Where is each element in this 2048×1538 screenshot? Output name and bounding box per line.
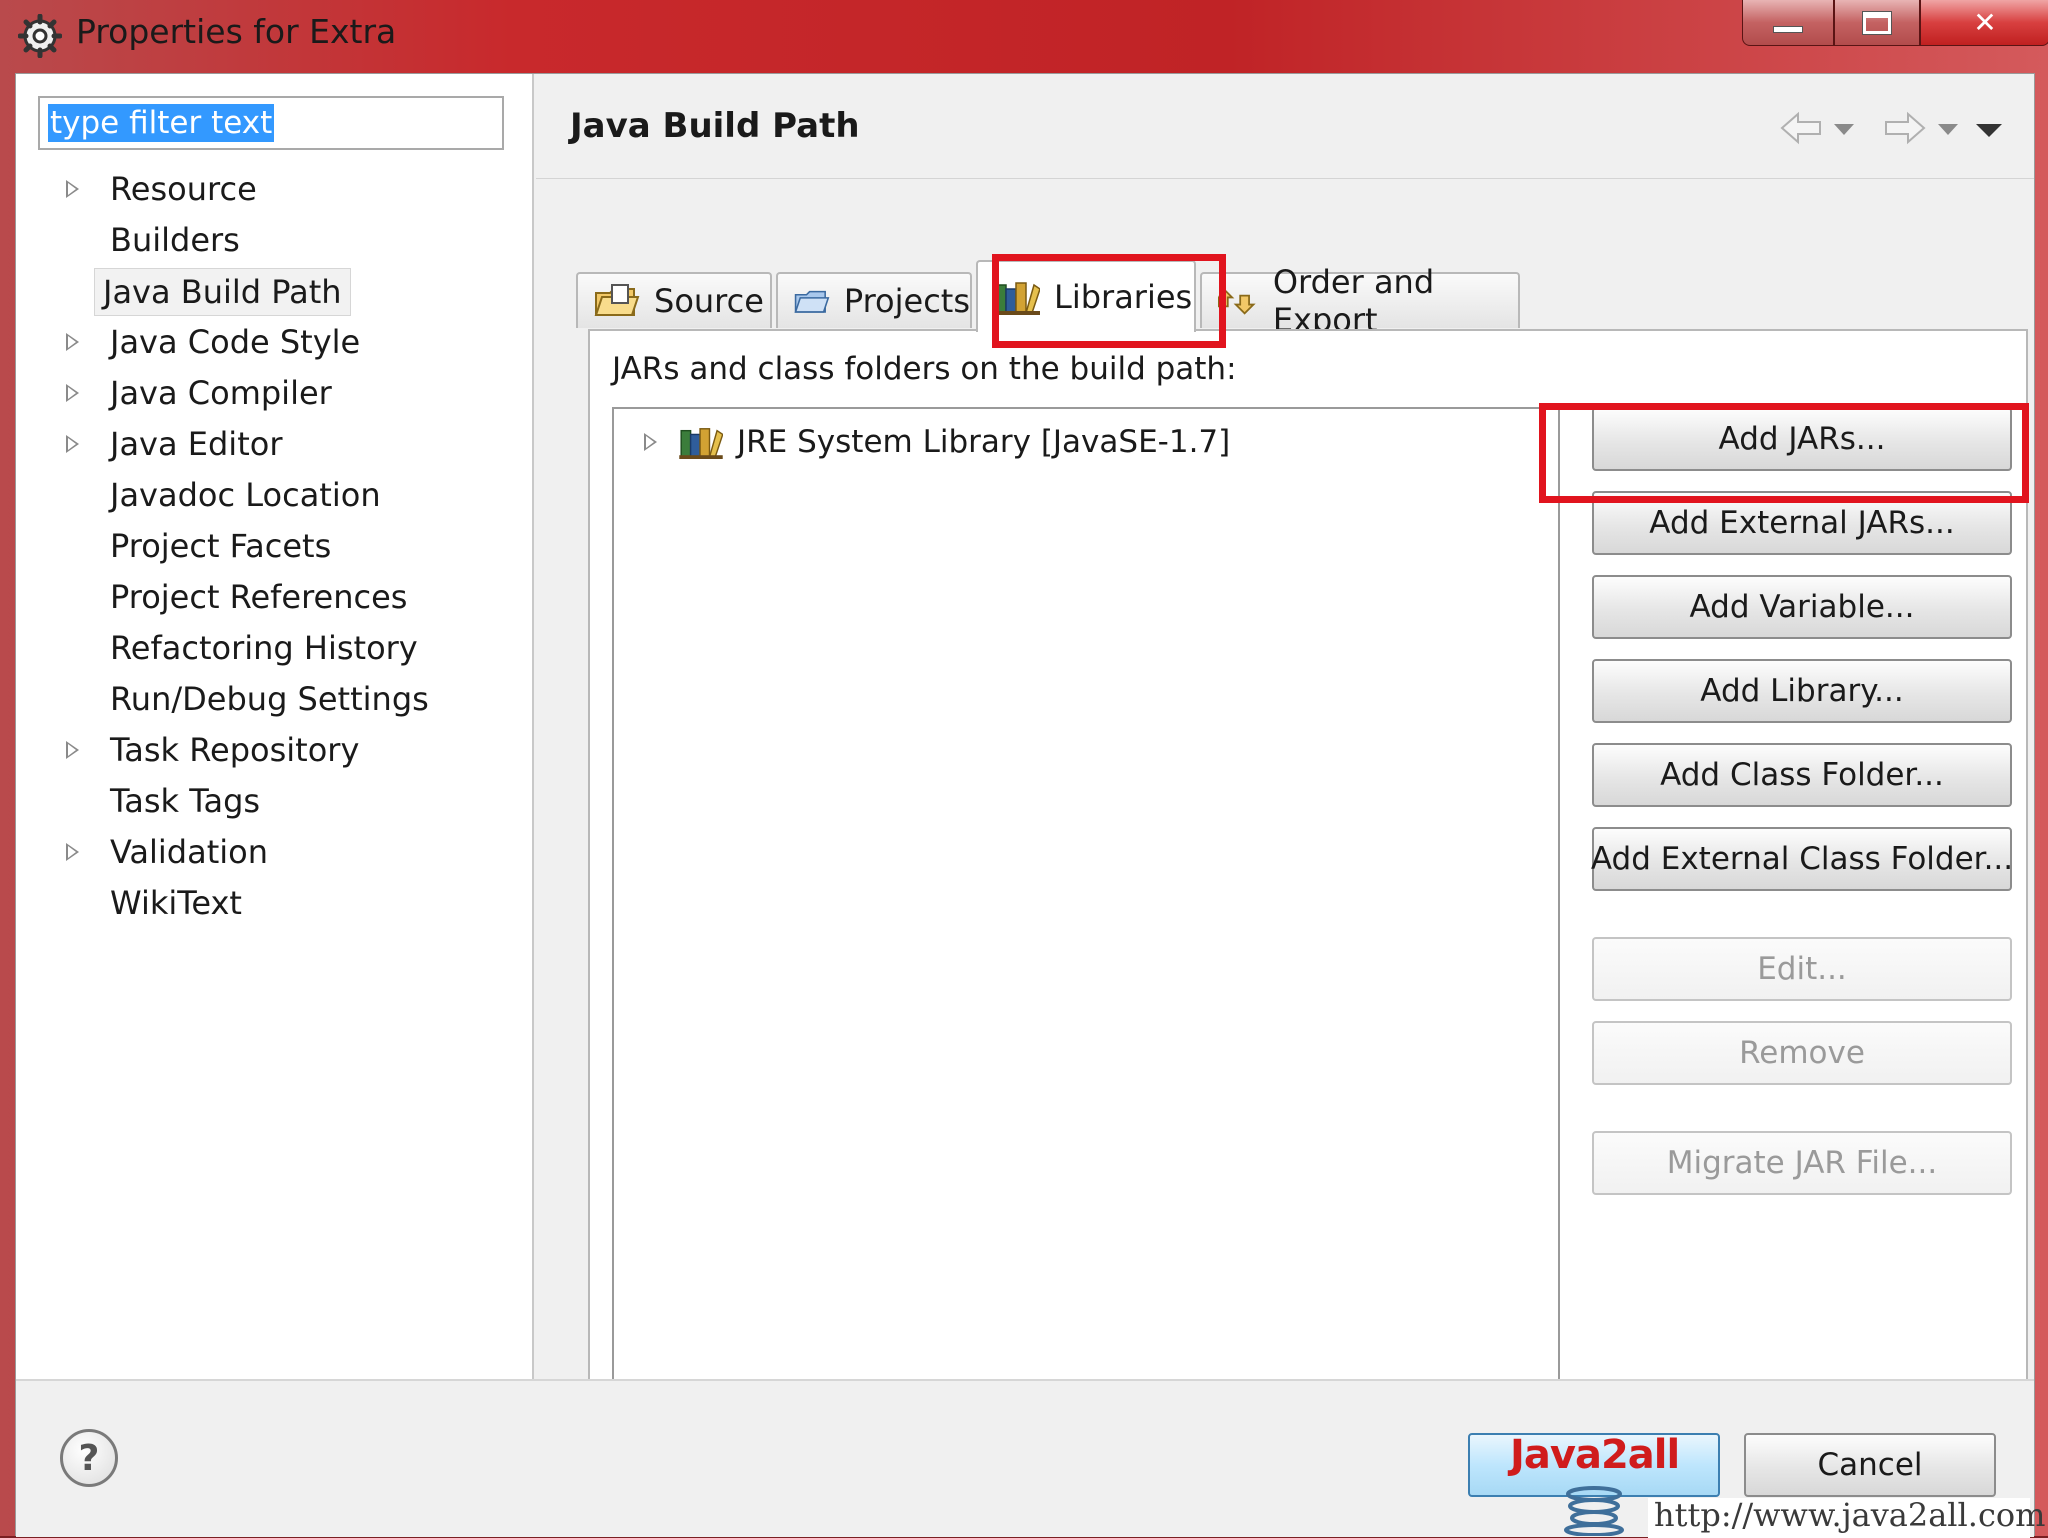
add-library-button[interactable]: Add Library...: [1592, 659, 2012, 723]
window-controls: ✕: [1742, 0, 2048, 46]
tree-item-label: Project Facets: [110, 527, 332, 565]
add-class-folder-button[interactable]: Add Class Folder...: [1592, 743, 2012, 807]
maximize-icon: [1862, 10, 1892, 35]
tree-item[interactable]: Java Code Style: [66, 319, 368, 367]
help-button[interactable]: ?: [60, 1429, 118, 1487]
watermark: Java2all http://www.java2all.com: [1500, 1410, 2045, 1538]
tree-item-label: Java Compiler: [110, 374, 332, 412]
tree-item-label: Javadoc Location: [110, 476, 381, 514]
window-title: Properties for Extra: [76, 12, 397, 51]
coffee-cup-icon: [1564, 1486, 1624, 1536]
tab-libraries[interactable]: Libraries: [976, 260, 1196, 332]
tree-item-label: Validation: [110, 833, 269, 871]
tree-item[interactable]: Java Build Path: [94, 268, 351, 316]
tree-item-label: Java Editor: [110, 425, 283, 463]
tree-item[interactable]: Java Editor: [66, 421, 290, 469]
tree-item-label: Project References: [110, 578, 408, 616]
minimize-icon: [1773, 26, 1803, 33]
tree-item[interactable]: WikiText: [102, 880, 250, 928]
tree-item-label: Refactoring History: [110, 629, 418, 667]
minimize-button[interactable]: [1742, 0, 1834, 46]
build-path-label: JARs and class folders on the build path…: [612, 351, 1237, 387]
tree-item[interactable]: Validation: [66, 829, 276, 877]
migrate-jar-button[interactable]: Migrate JAR File...: [1592, 1131, 2012, 1195]
source-folder-icon: [594, 284, 640, 316]
tree-item[interactable]: Java Compiler: [66, 370, 340, 418]
property-page: Java Build Path Source Projects Librarie…: [536, 74, 2036, 1435]
add-external-jars-button[interactable]: Add External JARs...: [1592, 491, 2012, 555]
close-button[interactable]: ✕: [1920, 0, 2048, 46]
libraries-tab-panel: JARs and class folders on the build path…: [588, 329, 2028, 1435]
properties-dialog: Properties for Extra ✕ type filter text …: [0, 0, 2048, 1538]
tree-item-label: Resource: [110, 170, 257, 208]
add-variable-button[interactable]: Add Variable...: [1592, 575, 2012, 639]
close-icon: ✕: [1973, 6, 1997, 39]
tree-item[interactable]: Resource: [66, 166, 265, 214]
projects-folder-icon: [794, 290, 830, 313]
expand-arrow-icon[interactable]: [66, 333, 79, 351]
tree-item-label: Run/Debug Settings: [110, 680, 429, 718]
property-pages-pane: type filter text Resource Builders Java Bu…: [16, 74, 534, 1379]
maximize-button[interactable]: [1834, 0, 1920, 46]
tree-item-label: Task Tags: [110, 782, 261, 820]
tree-item-label: Task Repository: [110, 731, 360, 769]
tree-item[interactable]: Project Facets: [102, 523, 339, 571]
watermark-url: http://www.java2all.com: [1654, 1496, 2046, 1534]
tab-strip: Source Projects Libraries Order and Expo…: [576, 198, 2036, 339]
tree-item[interactable]: Builders: [102, 217, 248, 265]
forward-dropdown-icon[interactable]: [1938, 124, 1958, 135]
order-export-icon: [1218, 287, 1256, 315]
page-title: Java Build Path: [570, 106, 860, 146]
tree-item[interactable]: Task Repository: [66, 727, 367, 775]
libraries-list[interactable]: JRE System Library [JavaSE-1.7]: [612, 407, 1560, 1414]
add-external-class-folder-button[interactable]: Add External Class Folder...: [1591, 827, 2013, 891]
tree-item[interactable]: Javadoc Location: [102, 472, 389, 520]
tab-source[interactable]: Source: [576, 272, 772, 328]
help-icon: ?: [78, 1437, 100, 1479]
tab-order-and-export[interactable]: Order and Export: [1200, 263, 1520, 339]
remove-button[interactable]: Remove: [1592, 1021, 2012, 1085]
tab-source-label: Source: [654, 282, 764, 320]
expand-arrow-icon[interactable]: [66, 843, 79, 861]
tree-item[interactable]: Refactoring History: [102, 625, 426, 673]
tree-item[interactable]: Project References: [102, 574, 415, 622]
expand-arrow-icon[interactable]: [66, 435, 79, 453]
expand-arrow-icon[interactable]: [66, 384, 79, 402]
back-arrow-icon[interactable]: [1780, 110, 1822, 146]
tree-item[interactable]: Task Tags: [102, 778, 268, 826]
filter-input[interactable]: type filter text: [38, 96, 504, 150]
title-bar[interactable]: Properties for Extra ✕: [0, 0, 2048, 70]
expand-arrow-icon[interactable]: [66, 741, 79, 759]
list-item-label: JRE System Library [JavaSE-1.7]: [737, 424, 1231, 460]
expand-arrow-icon[interactable]: [644, 433, 657, 451]
view-menu-icon[interactable]: [1976, 124, 2002, 137]
edit-button[interactable]: Edit...: [1592, 937, 2012, 1001]
header-separator: [536, 178, 2034, 179]
dialog-client-area: type filter text Resource Builders Java Bu…: [15, 73, 2036, 1537]
filter-input-text: type filter text: [48, 104, 275, 142]
tab-projects-label: Projects: [843, 282, 970, 320]
tab-libraries-label: Libraries: [1054, 278, 1193, 316]
expand-arrow-icon[interactable]: [66, 180, 79, 198]
page-navigation: [1766, 104, 2006, 154]
library-icon: [679, 428, 723, 459]
tree-item[interactable]: Run/Debug Settings: [102, 676, 437, 724]
tab-projects[interactable]: Projects: [776, 272, 972, 328]
gear-icon: [18, 14, 62, 58]
add-jars-button[interactable]: Add JARs...: [1592, 407, 2012, 471]
watermark-brand: Java2all: [1510, 1432, 1680, 1478]
list-item[interactable]: JRE System Library [JavaSE-1.7]: [644, 419, 1230, 465]
libraries-icon: [994, 282, 1040, 315]
back-dropdown-icon[interactable]: [1834, 124, 1854, 135]
tree-item-label: Java Build Path: [103, 273, 342, 311]
tree-item-label: Java Code Style: [110, 323, 361, 361]
forward-arrow-icon[interactable]: [1884, 110, 1926, 146]
tree-item-label: WikiText: [110, 884, 242, 922]
tab-order-and-export-label: Order and Export: [1272, 263, 1435, 339]
tree-item-label: Builders: [110, 221, 240, 259]
